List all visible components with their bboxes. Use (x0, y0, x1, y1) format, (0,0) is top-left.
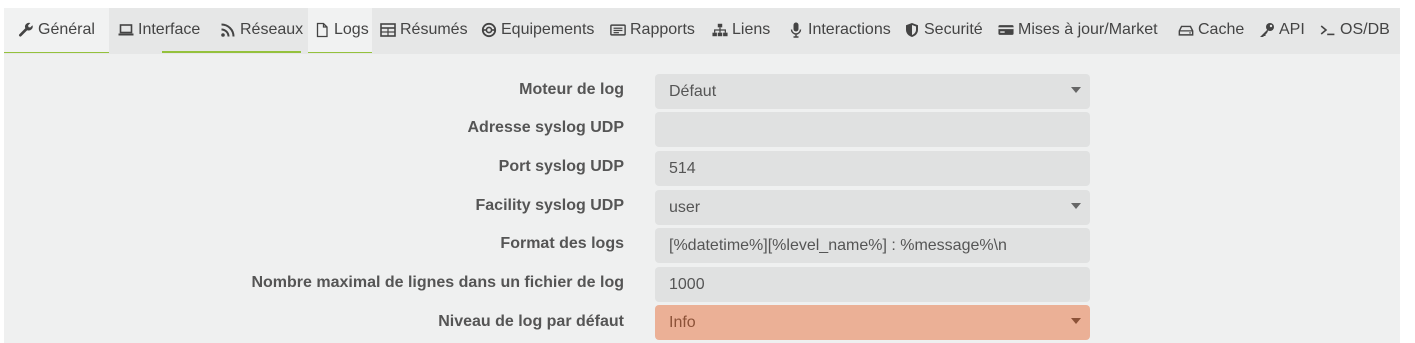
tab-label: Interactions (808, 21, 891, 38)
syslog-port-label: Port syslog UDP (498, 158, 624, 175)
tab-equipements[interactable]: Equipements (481, 8, 594, 52)
tab-label: API (1279, 21, 1305, 38)
log-format-value: [%datetime%][%level_name%] : %message%\n (669, 236, 1007, 254)
dropdown-caret-icon (1071, 318, 1081, 324)
hdd-icon (1178, 22, 1194, 38)
tab-cache[interactable]: Cache (1178, 8, 1244, 52)
tab-label: Cache (1198, 21, 1245, 38)
gear-circle-icon (481, 22, 497, 38)
log-engine-value: Défaut (669, 82, 717, 100)
tab-interactions[interactable]: Interactions (788, 8, 891, 52)
tab-label: Réseaux (240, 21, 304, 38)
tab-label: Général (38, 21, 95, 38)
max-lines-label: Nombre maximal de lignes dans un fichier… (251, 274, 624, 291)
syslog-address-label: Adresse syslog UDP (467, 119, 624, 136)
default-level-select[interactable]: Info (655, 305, 1090, 340)
tab-mises-a-jour-market[interactable]: Mises à jour/Market (998, 8, 1158, 52)
tab-label: Rapports (630, 21, 695, 38)
file-icon (314, 22, 330, 38)
tab-general[interactable]: Général (4, 8, 109, 52)
tab-rapports[interactable]: Rapports (610, 8, 695, 52)
tab-label: Logs (334, 21, 369, 38)
credit-card-icon (998, 22, 1014, 38)
terminal-icon (1320, 22, 1336, 38)
dropdown-caret-icon (1071, 203, 1081, 209)
tab-label: Liens (732, 21, 771, 38)
tab-label: Equipements (501, 21, 595, 38)
syslog-port-input[interactable]: 514 (655, 151, 1090, 186)
log-engine-label: Moteur de log (519, 81, 624, 98)
rss-icon (220, 22, 236, 38)
syslog-port-value: 514 (669, 159, 696, 177)
default-level-label: Niveau de log par défaut (438, 313, 624, 330)
tab-label: OS/DB (1340, 21, 1390, 38)
max-lines-value: 1000 (669, 275, 705, 293)
tab-reseaux[interactable]: Réseaux (220, 8, 303, 52)
sitemap-icon (712, 22, 728, 38)
microphone-icon (788, 22, 804, 38)
syslog-address-input[interactable] (655, 112, 1090, 147)
laptop-icon (118, 22, 134, 38)
max-lines-input[interactable]: 1000 (655, 267, 1090, 302)
tab-api[interactable]: API (1259, 8, 1305, 52)
shield-icon (904, 22, 920, 38)
tab-label: Securité (924, 21, 983, 38)
table-icon (380, 22, 396, 38)
tab-label: Interface (138, 21, 201, 38)
log-format-input[interactable]: [%datetime%][%level_name%] : %message%\n (655, 228, 1090, 263)
tab-label: Résumés (400, 21, 468, 38)
tab-interface[interactable]: Interface (118, 8, 200, 52)
log-engine-select[interactable]: Défaut (655, 74, 1090, 109)
settings-tabbar: Général Interface Réseaux Logs Résumés E… (4, 8, 1400, 54)
report-icon (610, 22, 626, 38)
syslog-facility-select[interactable]: user (655, 190, 1090, 225)
dropdown-caret-icon (1071, 87, 1081, 93)
tab-liens[interactable]: Liens (712, 8, 770, 52)
tab-securite[interactable]: Securité (904, 8, 983, 52)
default-level-value: Info (669, 313, 696, 331)
syslog-facility-value: user (669, 198, 701, 216)
tab-resumes[interactable]: Résumés (380, 8, 468, 52)
wrench-icon (18, 22, 34, 38)
log-format-label: Format des logs (500, 235, 624, 252)
tab-os-db[interactable]: OS/DB (1320, 8, 1390, 52)
tab-logs[interactable]: Logs (308, 8, 372, 52)
tab-label: Mises à jour/Market (1018, 21, 1158, 38)
key-icon (1259, 22, 1275, 38)
syslog-facility-label: Facility syslog UDP (475, 197, 625, 214)
